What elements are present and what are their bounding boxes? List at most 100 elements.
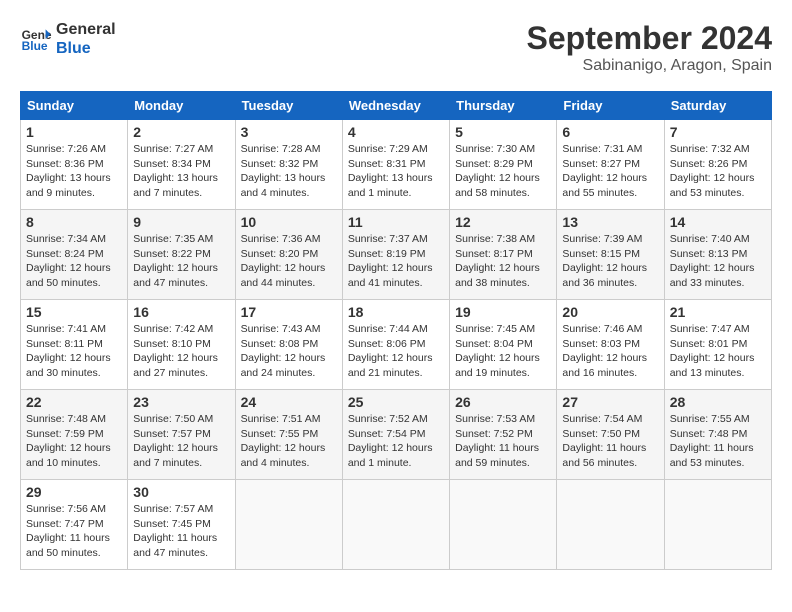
day-number: 22	[26, 394, 122, 410]
day-number: 2	[133, 124, 229, 140]
col-tuesday: Tuesday	[235, 92, 342, 120]
header-row: Sunday Monday Tuesday Wednesday Thursday…	[21, 92, 772, 120]
table-row: 15 Sunrise: 7:41 AMSunset: 8:11 PMDayligh…	[21, 300, 772, 390]
day-info: Sunrise: 7:55 AMSunset: 7:48 PMDaylight:…	[670, 412, 766, 471]
day-info: Sunrise: 7:53 AMSunset: 7:52 PMDaylight:…	[455, 412, 551, 471]
day-number: 30	[133, 484, 229, 500]
table-row: 1 Sunrise: 7:26 AMSunset: 8:36 PMDaylight…	[21, 120, 772, 210]
day-info: Sunrise: 7:32 AMSunset: 8:26 PMDaylight:…	[670, 142, 766, 201]
svg-text:Blue: Blue	[22, 39, 48, 53]
table-cell: 1 Sunrise: 7:26 AMSunset: 8:36 PMDaylight…	[21, 120, 128, 210]
day-number: 29	[26, 484, 122, 500]
table-cell: 14Sunrise: 7:40 AMSunset: 8:13 PMDayligh…	[664, 210, 771, 300]
month-title: September 2024	[527, 20, 772, 57]
table-cell	[450, 480, 557, 570]
day-number: 7	[670, 124, 766, 140]
table-cell: 2 Sunrise: 7:27 AMSunset: 8:34 PMDaylight…	[128, 120, 235, 210]
day-number: 1	[26, 124, 122, 140]
day-number: 18	[348, 304, 444, 320]
table-cell: 16 Sunrise: 7:42 AMSunset: 8:10 PMDayligh…	[128, 300, 235, 390]
table-cell: 10 Sunrise: 7:36 AMSunset: 8:20 PMDayligh…	[235, 210, 342, 300]
table-cell: 25Sunrise: 7:52 AMSunset: 7:54 PMDayligh…	[342, 390, 449, 480]
table-cell	[342, 480, 449, 570]
day-info: Sunrise: 7:51 AMSunset: 7:55 PMDaylight:…	[241, 412, 337, 471]
day-number: 9	[133, 214, 229, 230]
location: Sabinanigo, Aragon, Spain	[527, 57, 772, 75]
day-number: 17	[241, 304, 337, 320]
day-number: 23	[133, 394, 229, 410]
day-info: Sunrise: 7:54 AMSunset: 7:50 PMDaylight:…	[562, 412, 658, 471]
day-number: 19	[455, 304, 551, 320]
day-number: 20	[562, 304, 658, 320]
day-number: 24	[241, 394, 337, 410]
table-cell: 3 Sunrise: 7:28 AMSunset: 8:32 PMDaylight…	[235, 120, 342, 210]
day-info: Sunrise: 7:40 AMSunset: 8:13 PMDaylight:…	[670, 232, 766, 291]
day-info: Sunrise: 7:31 AMSunset: 8:27 PMDaylight:…	[562, 142, 658, 201]
table-row: 29Sunrise: 7:56 AMSunset: 7:47 PMDayligh…	[21, 480, 772, 570]
day-info: Sunrise: 7:41 AMSunset: 8:11 PMDaylight:…	[26, 322, 122, 381]
table-cell	[557, 480, 664, 570]
day-info: Sunrise: 7:46 AMSunset: 8:03 PMDaylight:…	[562, 322, 658, 381]
calendar-table: Sunday Monday Tuesday Wednesday Thursday…	[20, 91, 772, 570]
table-row: 8Sunrise: 7:34 AMSunset: 8:24 PMDaylight…	[21, 210, 772, 300]
day-info: Sunrise: 7:27 AMSunset: 8:34 PMDaylight:…	[133, 142, 229, 201]
table-cell: 5Sunrise: 7:30 AMSunset: 8:29 PMDaylight…	[450, 120, 557, 210]
day-number: 15	[26, 304, 122, 320]
day-info: Sunrise: 7:37 AMSunset: 8:19 PMDaylight:…	[348, 232, 444, 291]
table-cell: 22 Sunrise: 7:48 AMSunset: 7:59 PMDayligh…	[21, 390, 128, 480]
day-number: 16	[133, 304, 229, 320]
day-number: 11	[348, 214, 444, 230]
table-cell: 12 Sunrise: 7:38 AMSunset: 8:17 PMDayligh…	[450, 210, 557, 300]
logo-line2: Blue	[56, 39, 116, 58]
table-cell: 20 Sunrise: 7:46 AMSunset: 8:03 PMDayligh…	[557, 300, 664, 390]
table-cell: 23 Sunrise: 7:50 AMSunset: 7:57 PMDayligh…	[128, 390, 235, 480]
day-info: Sunrise: 7:39 AMSunset: 8:15 PMDaylight:…	[562, 232, 658, 291]
logo: General Blue General Blue	[20, 20, 116, 58]
day-info: Sunrise: 7:36 AMSunset: 8:20 PMDaylight:…	[241, 232, 337, 291]
table-cell: 11 Sunrise: 7:37 AMSunset: 8:19 PMDayligh…	[342, 210, 449, 300]
table-cell: 7 Sunrise: 7:32 AMSunset: 8:26 PMDaylight…	[664, 120, 771, 210]
day-number: 28	[670, 394, 766, 410]
day-number: 27	[562, 394, 658, 410]
day-number: 6	[562, 124, 658, 140]
table-cell: 21 Sunrise: 7:47 AMSunset: 8:01 PMDayligh…	[664, 300, 771, 390]
day-number: 10	[241, 214, 337, 230]
day-number: 3	[241, 124, 337, 140]
table-cell: 8Sunrise: 7:34 AMSunset: 8:24 PMDaylight…	[21, 210, 128, 300]
logo-line1: General	[56, 20, 116, 39]
day-number: 26	[455, 394, 551, 410]
table-cell: 28 Sunrise: 7:55 AMSunset: 7:48 PMDayligh…	[664, 390, 771, 480]
table-cell	[235, 480, 342, 570]
day-info: Sunrise: 7:57 AMSunset: 7:45 PMDaylight:…	[133, 502, 229, 561]
col-thursday: Thursday	[450, 92, 557, 120]
day-info: Sunrise: 7:26 AMSunset: 8:36 PMDaylight:…	[26, 142, 122, 201]
day-info: Sunrise: 7:47 AMSunset: 8:01 PMDaylight:…	[670, 322, 766, 381]
day-info: Sunrise: 7:34 AMSunset: 8:24 PMDaylight:…	[26, 232, 122, 291]
day-info: Sunrise: 7:42 AMSunset: 8:10 PMDaylight:…	[133, 322, 229, 381]
day-info: Sunrise: 7:30 AMSunset: 8:29 PMDaylight:…	[455, 142, 551, 201]
page-header: General Blue General Blue September 2024…	[20, 20, 772, 75]
day-info: Sunrise: 7:43 AMSunset: 8:08 PMDaylight:…	[241, 322, 337, 381]
day-info: Sunrise: 7:50 AMSunset: 7:57 PMDaylight:…	[133, 412, 229, 471]
table-cell: 13 Sunrise: 7:39 AMSunset: 8:15 PMDayligh…	[557, 210, 664, 300]
day-number: 13	[562, 214, 658, 230]
day-info: Sunrise: 7:38 AMSunset: 8:17 PMDaylight:…	[455, 232, 551, 291]
day-info: Sunrise: 7:29 AMSunset: 8:31 PMDaylight:…	[348, 142, 444, 201]
table-cell: 18Sunrise: 7:44 AMSunset: 8:06 PMDayligh…	[342, 300, 449, 390]
day-info: Sunrise: 7:28 AMSunset: 8:32 PMDaylight:…	[241, 142, 337, 201]
table-cell: 29Sunrise: 7:56 AMSunset: 7:47 PMDayligh…	[21, 480, 128, 570]
table-cell: 27 Sunrise: 7:54 AMSunset: 7:50 PMDayligh…	[557, 390, 664, 480]
col-saturday: Saturday	[664, 92, 771, 120]
col-friday: Friday	[557, 92, 664, 120]
col-wednesday: Wednesday	[342, 92, 449, 120]
table-cell: 19Sunrise: 7:45 AMSunset: 8:04 PMDayligh…	[450, 300, 557, 390]
col-monday: Monday	[128, 92, 235, 120]
table-cell: 17 Sunrise: 7:43 AMSunset: 8:08 PMDayligh…	[235, 300, 342, 390]
table-row: 22 Sunrise: 7:48 AMSunset: 7:59 PMDayligh…	[21, 390, 772, 480]
table-cell: 26 Sunrise: 7:53 AMSunset: 7:52 PMDayligh…	[450, 390, 557, 480]
table-cell: 6 Sunrise: 7:31 AMSunset: 8:27 PMDaylight…	[557, 120, 664, 210]
day-number: 21	[670, 304, 766, 320]
day-info: Sunrise: 7:48 AMSunset: 7:59 PMDaylight:…	[26, 412, 122, 471]
day-number: 12	[455, 214, 551, 230]
table-cell: 30 Sunrise: 7:57 AMSunset: 7:45 PMDayligh…	[128, 480, 235, 570]
